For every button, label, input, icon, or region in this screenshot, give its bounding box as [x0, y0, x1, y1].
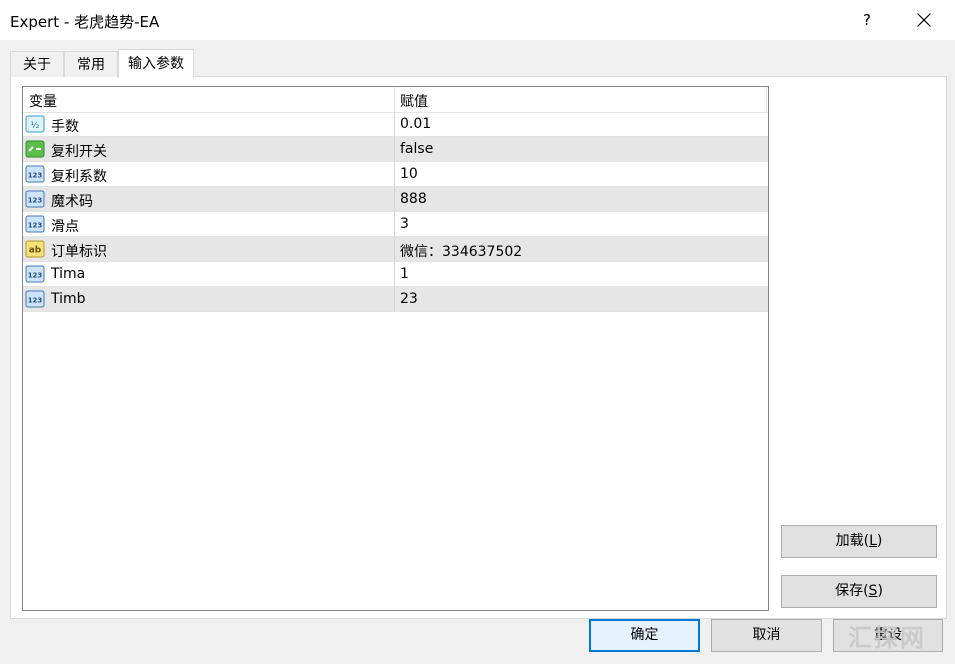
svg-text:123: 123 [28, 172, 43, 180]
param-value[interactable]: 0.01 [400, 116, 431, 132]
load-button-label: 加载( [835, 533, 870, 549]
tab-inputs[interactable]: 输入参数 [118, 49, 194, 78]
table-row[interactable]: 123 滑点 3 [23, 212, 768, 237]
tab-about[interactable]: 关于 [10, 51, 64, 77]
table-row[interactable]: ½ 手数 0.01 [23, 112, 768, 137]
load-button-suffix: ) [876, 533, 883, 549]
cell-divider [394, 137, 395, 161]
svg-text:123: 123 [28, 297, 43, 305]
table-row[interactable]: 123 Timb 23 [23, 287, 768, 312]
param-value[interactable]: 微信：334637502 [400, 241, 522, 261]
save-button-suffix: ) [877, 583, 883, 599]
cell-divider [394, 237, 395, 261]
cell-divider [394, 262, 395, 286]
column-header-variable[interactable]: 变量 [29, 91, 57, 111]
cell-divider [394, 162, 395, 186]
table-row[interactable]: 123 复利系数 10 [23, 162, 768, 187]
table-row[interactable]: ab 订单标识 微信：334637502 [23, 237, 768, 262]
svg-text:½: ½ [31, 121, 40, 131]
bool-toggle-icon [25, 140, 45, 158]
numeric-123-icon: 123 [25, 290, 45, 308]
param-name: Tima [51, 266, 86, 282]
param-value[interactable]: 1 [400, 266, 409, 282]
numeric-123-icon: 123 [25, 165, 45, 183]
column-divider [766, 87, 767, 112]
cell-divider [394, 287, 395, 311]
fraction-icon: ½ [25, 115, 45, 133]
column-header-value[interactable]: 赋值 [400, 91, 428, 111]
column-divider[interactable] [394, 87, 395, 112]
svg-text:123: 123 [28, 222, 43, 230]
cancel-button[interactable]: 取消 [711, 619, 822, 652]
help-button[interactable]: ? [850, 4, 884, 36]
param-value[interactable]: 23 [400, 291, 418, 307]
cell-divider [394, 212, 395, 236]
param-value[interactable]: 888 [400, 191, 427, 207]
load-button-mnemonic: L [869, 533, 877, 549]
save-button[interactable]: 保存(S) [781, 575, 937, 608]
svg-text:123: 123 [28, 197, 43, 205]
param-name: 手数 [51, 119, 79, 135]
ok-button[interactable]: 确定 [589, 619, 700, 652]
param-name: 复利系数 [51, 169, 107, 185]
watermark-logo: 汇探网 [848, 624, 926, 652]
close-icon [917, 13, 931, 27]
table-row[interactable]: 123 Tima 1 [23, 262, 768, 287]
tab-common[interactable]: 常用 [64, 51, 118, 77]
table-row[interactable]: 复利开关 false [23, 137, 768, 162]
cell-divider [394, 112, 395, 136]
title-bar: Expert - 老虎趋势-EA ? [0, 0, 955, 40]
grid-header: 变量 赋值 [23, 87, 768, 113]
table-row[interactable]: 123 魔术码 888 [23, 187, 768, 212]
cell-divider [394, 187, 395, 211]
numeric-123-icon: 123 [25, 215, 45, 233]
param-value[interactable]: 10 [400, 166, 418, 182]
param-name: 魔术码 [51, 194, 93, 210]
string-ab-icon: ab [25, 240, 45, 258]
param-value[interactable]: 3 [400, 216, 409, 232]
close-button[interactable] [906, 4, 942, 36]
param-name: 订单标识 [51, 244, 107, 260]
param-name: Timb [51, 291, 86, 307]
save-button-label: 保存( [835, 583, 869, 599]
numeric-123-icon: 123 [25, 265, 45, 283]
svg-text:ab: ab [29, 246, 42, 256]
parameters-grid[interactable]: 变量 赋值 ½ 手数 0.01 复利开关 false 123 复利系数 10 1… [22, 86, 769, 611]
numeric-123-icon: 123 [25, 190, 45, 208]
param-name: 复利开关 [51, 144, 107, 160]
param-name: 滑点 [51, 219, 79, 235]
param-value[interactable]: false [400, 141, 433, 157]
svg-text:123: 123 [28, 272, 43, 280]
load-button[interactable]: 加载(L) [781, 525, 937, 558]
window-title: Expert - 老虎趋势-EA [10, 13, 160, 31]
